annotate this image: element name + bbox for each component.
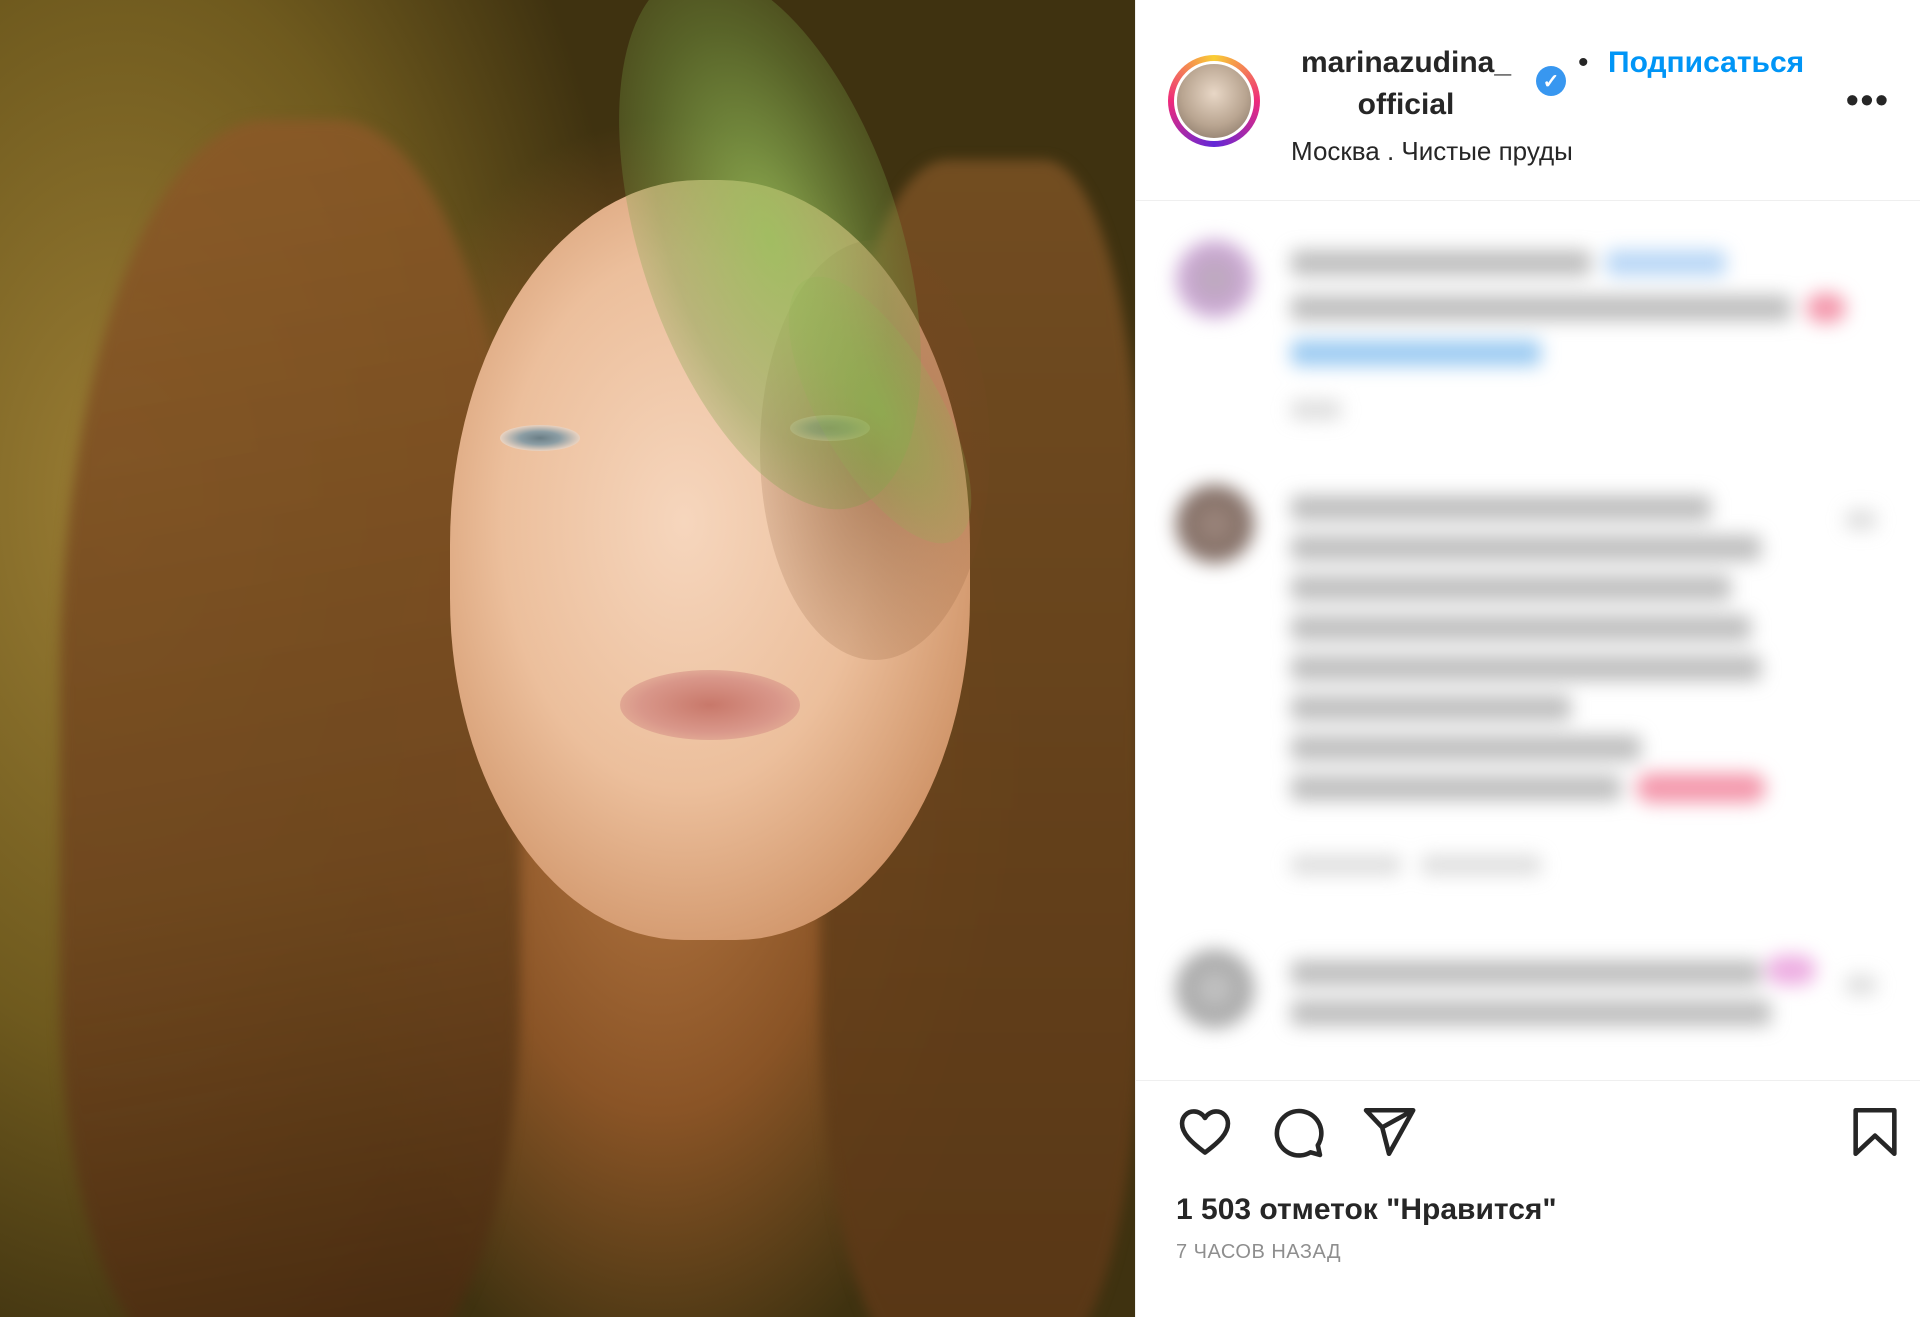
location-link[interactable]: Москва . Чистые пруды bbox=[1291, 136, 1573, 166]
avatar-story-ring[interactable] bbox=[1168, 55, 1260, 147]
username-line1: marinazudina_ bbox=[1300, 46, 1512, 79]
verified-badge-icon: ✓ bbox=[1536, 66, 1566, 96]
heart-icon[interactable] bbox=[1176, 1103, 1234, 1161]
post-photo[interactable] bbox=[0, 0, 1135, 1317]
comment-meta bbox=[1421, 855, 1541, 875]
bookmark-icon[interactable] bbox=[1846, 1103, 1904, 1161]
post-header: marinazudina_ official ✓ • Подписаться •… bbox=[1136, 0, 1920, 201]
comment-icon[interactable] bbox=[1268, 1103, 1326, 1161]
share-icon[interactable] bbox=[1360, 1103, 1418, 1161]
comment-emoji bbox=[1766, 955, 1816, 985]
post-side-panel: marinazudina_ official ✓ • Подписаться •… bbox=[1135, 0, 1920, 1317]
comment-emoji bbox=[1806, 293, 1846, 323]
comment-text-line bbox=[1291, 575, 1731, 601]
comment-like-icon[interactable] bbox=[1846, 510, 1876, 530]
comment-text-line bbox=[1291, 250, 1591, 276]
follow-button[interactable]: Подписаться bbox=[1608, 42, 1804, 84]
photo-eye-left bbox=[500, 425, 580, 451]
comment-text-line bbox=[1291, 695, 1571, 721]
username-link[interactable]: marinazudina_ official bbox=[1286, 42, 1526, 126]
more-options-icon[interactable]: ••• bbox=[1846, 82, 1890, 118]
comment-text-line bbox=[1606, 250, 1726, 276]
action-bar bbox=[1136, 1080, 1920, 1171]
comment-text-line bbox=[1291, 615, 1751, 641]
comments-list bbox=[1136, 205, 1920, 1065]
comment-text-line bbox=[1291, 655, 1761, 681]
comment-like-icon[interactable] bbox=[1846, 975, 1876, 995]
avatar[interactable] bbox=[1174, 61, 1254, 141]
separator-dot: • bbox=[1578, 46, 1589, 79]
comment-meta bbox=[1291, 855, 1401, 875]
comment-text-line bbox=[1291, 735, 1641, 761]
comment-meta bbox=[1291, 400, 1341, 420]
comment-emoji bbox=[1636, 773, 1766, 803]
comment-avatar[interactable] bbox=[1176, 240, 1254, 318]
comment-text-line bbox=[1291, 295, 1791, 321]
comment-text-line bbox=[1291, 960, 1761, 986]
comment-text-line bbox=[1291, 340, 1541, 366]
comment-text-line bbox=[1291, 535, 1761, 561]
comment-avatar[interactable] bbox=[1176, 950, 1254, 1028]
comment-text-line bbox=[1291, 1000, 1771, 1026]
likes-count[interactable]: 1 503 отметок "Нравится" bbox=[1176, 1192, 1557, 1228]
comment-text-line bbox=[1291, 775, 1621, 801]
username-line2: official bbox=[1357, 88, 1455, 121]
comment-text-line bbox=[1291, 495, 1711, 521]
post-timestamp[interactable]: 7 ЧАСОВ НАЗАД bbox=[1176, 1240, 1341, 1264]
comment-avatar[interactable] bbox=[1176, 485, 1254, 563]
photo-hair-left bbox=[60, 120, 520, 1317]
photo-mouth bbox=[620, 670, 800, 740]
